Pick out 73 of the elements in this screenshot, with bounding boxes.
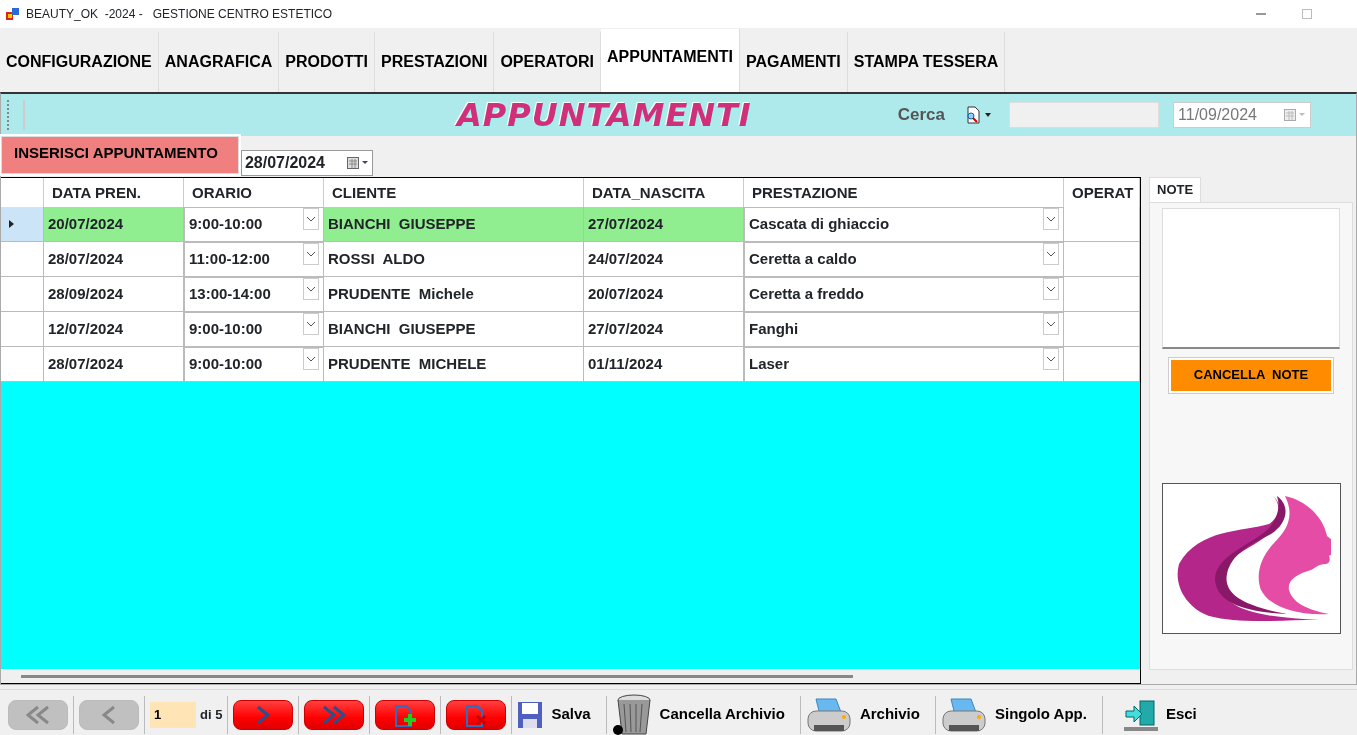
page-field[interactable]: 1 bbox=[150, 701, 196, 728]
app-icon bbox=[6, 7, 20, 21]
document-search-icon bbox=[965, 106, 982, 124]
chevron-icon bbox=[256, 704, 271, 725]
table-cell: 01/11/2024 bbox=[584, 347, 744, 382]
search-field[interactable] bbox=[1009, 102, 1160, 128]
exit-door-icon bbox=[1123, 698, 1158, 731]
search-label: Cerca bbox=[897, 104, 946, 127]
window-title: BEAUTY_OK -2024 - GESTIONE CENTRO ESTETICO bbox=[26, 6, 333, 23]
current-row-icon bbox=[9, 220, 14, 228]
double-chevron-icon bbox=[26, 704, 50, 725]
column-header: DATA_NASCITA bbox=[584, 178, 744, 207]
tab[interactable]: APPUNTAMENTI bbox=[601, 29, 740, 92]
toolbar-grip[interactable] bbox=[7, 100, 25, 130]
page-count: di 5 bbox=[200, 705, 223, 724]
dropdown-cell[interactable]: Ceretta a caldo bbox=[744, 242, 1064, 277]
column-header: ORARIO bbox=[184, 178, 324, 207]
date-picker[interactable]: 28/07/2024 bbox=[240, 149, 373, 176]
note-field[interactable] bbox=[1162, 207, 1340, 349]
table-cell: 28/07/2024 bbox=[44, 242, 184, 277]
table-cell: 27/07/2024 bbox=[584, 312, 744, 347]
double-chevron-icon bbox=[322, 704, 347, 725]
table-cell: BIANCHI GIUSEPPE bbox=[324, 312, 584, 347]
wastebasket-icon bbox=[611, 693, 652, 735]
column-header: CLIENTE bbox=[324, 178, 584, 207]
row-header[interactable] bbox=[1, 312, 44, 347]
print-button[interactable]: Singolo App. bbox=[940, 694, 1097, 735]
maximize-icon[interactable] bbox=[1301, 8, 1313, 20]
save-button[interactable]: Salva bbox=[517, 700, 601, 729]
last-record-button[interactable] bbox=[304, 699, 365, 730]
column-header: PRESTAZIONE bbox=[744, 178, 1064, 207]
dropdown-cell[interactable]: Fanghi bbox=[744, 312, 1064, 347]
column-header: DATA PREN. bbox=[44, 178, 184, 207]
row-header-corner bbox=[1, 178, 44, 207]
page-title: APPUNTAMENTI bbox=[457, 95, 752, 136]
calendar-icon bbox=[346, 156, 369, 169]
insert-appointment-button[interactable]: INSERISCI APPUNTAMENTO bbox=[1, 136, 239, 174]
clear-archive-button[interactable]: Cancella Archivio bbox=[611, 693, 795, 735]
search-options-button[interactable] bbox=[965, 106, 992, 124]
add-record-button[interactable] bbox=[375, 699, 436, 730]
table-cell: PRUDENTE Michele bbox=[324, 277, 584, 312]
exit-button[interactable]: Esci bbox=[1107, 698, 1207, 731]
dropdown-cell[interactable]: 13:00-14:00 bbox=[184, 277, 324, 312]
table-cell: 20/07/2024 bbox=[44, 207, 184, 242]
table-cell: BIANCHI GIUSEPPE bbox=[324, 207, 584, 242]
dropdown-cell[interactable]: Cascata di ghiaccio bbox=[744, 207, 1064, 242]
clear-notes-button[interactable]: CANCELLA NOTE bbox=[1169, 357, 1333, 393]
note-tab[interactable]: NOTE bbox=[1149, 177, 1202, 202]
table-cell: PRUDENTE MICHELE bbox=[324, 347, 584, 382]
table-cell: 28/07/2024 bbox=[44, 347, 184, 382]
table-cell: 24/07/2024 bbox=[584, 242, 744, 277]
table-cell: ROSSI ALDO bbox=[324, 242, 584, 277]
dropdown-cell[interactable]: 9:00-10:00 bbox=[184, 312, 324, 347]
chevron-icon bbox=[102, 704, 116, 725]
table-cell: 20/07/2024 bbox=[584, 277, 744, 312]
row-header[interactable] bbox=[1, 242, 44, 277]
dropdown-cell[interactable]: Laser bbox=[744, 347, 1064, 382]
delete-record-button[interactable] bbox=[446, 699, 507, 730]
row-header[interactable] bbox=[1, 347, 44, 382]
table-cell: 12/07/2024 bbox=[44, 312, 184, 347]
calendar-icon bbox=[1284, 109, 1307, 121]
dropdown-cell[interactable]: 9:00-10:00 bbox=[184, 207, 324, 242]
caret-icon bbox=[985, 113, 992, 117]
row-header[interactable] bbox=[1, 277, 44, 312]
column-header: OPERAT bbox=[1064, 178, 1140, 207]
table-cell: 27/07/2024 bbox=[584, 207, 744, 242]
dropdown-cell[interactable]: 11:00-12:00 bbox=[184, 242, 324, 277]
row-header[interactable] bbox=[1, 207, 44, 242]
dropdown-cell[interactable]: 9:00-10:00 bbox=[184, 347, 324, 382]
print-button[interactable]: Archivio bbox=[805, 694, 930, 735]
dropdown-cell[interactable]: Ceretta a freddo bbox=[744, 277, 1064, 312]
next-record-button[interactable] bbox=[233, 699, 294, 730]
table-cell: 28/09/2024 bbox=[44, 277, 184, 312]
